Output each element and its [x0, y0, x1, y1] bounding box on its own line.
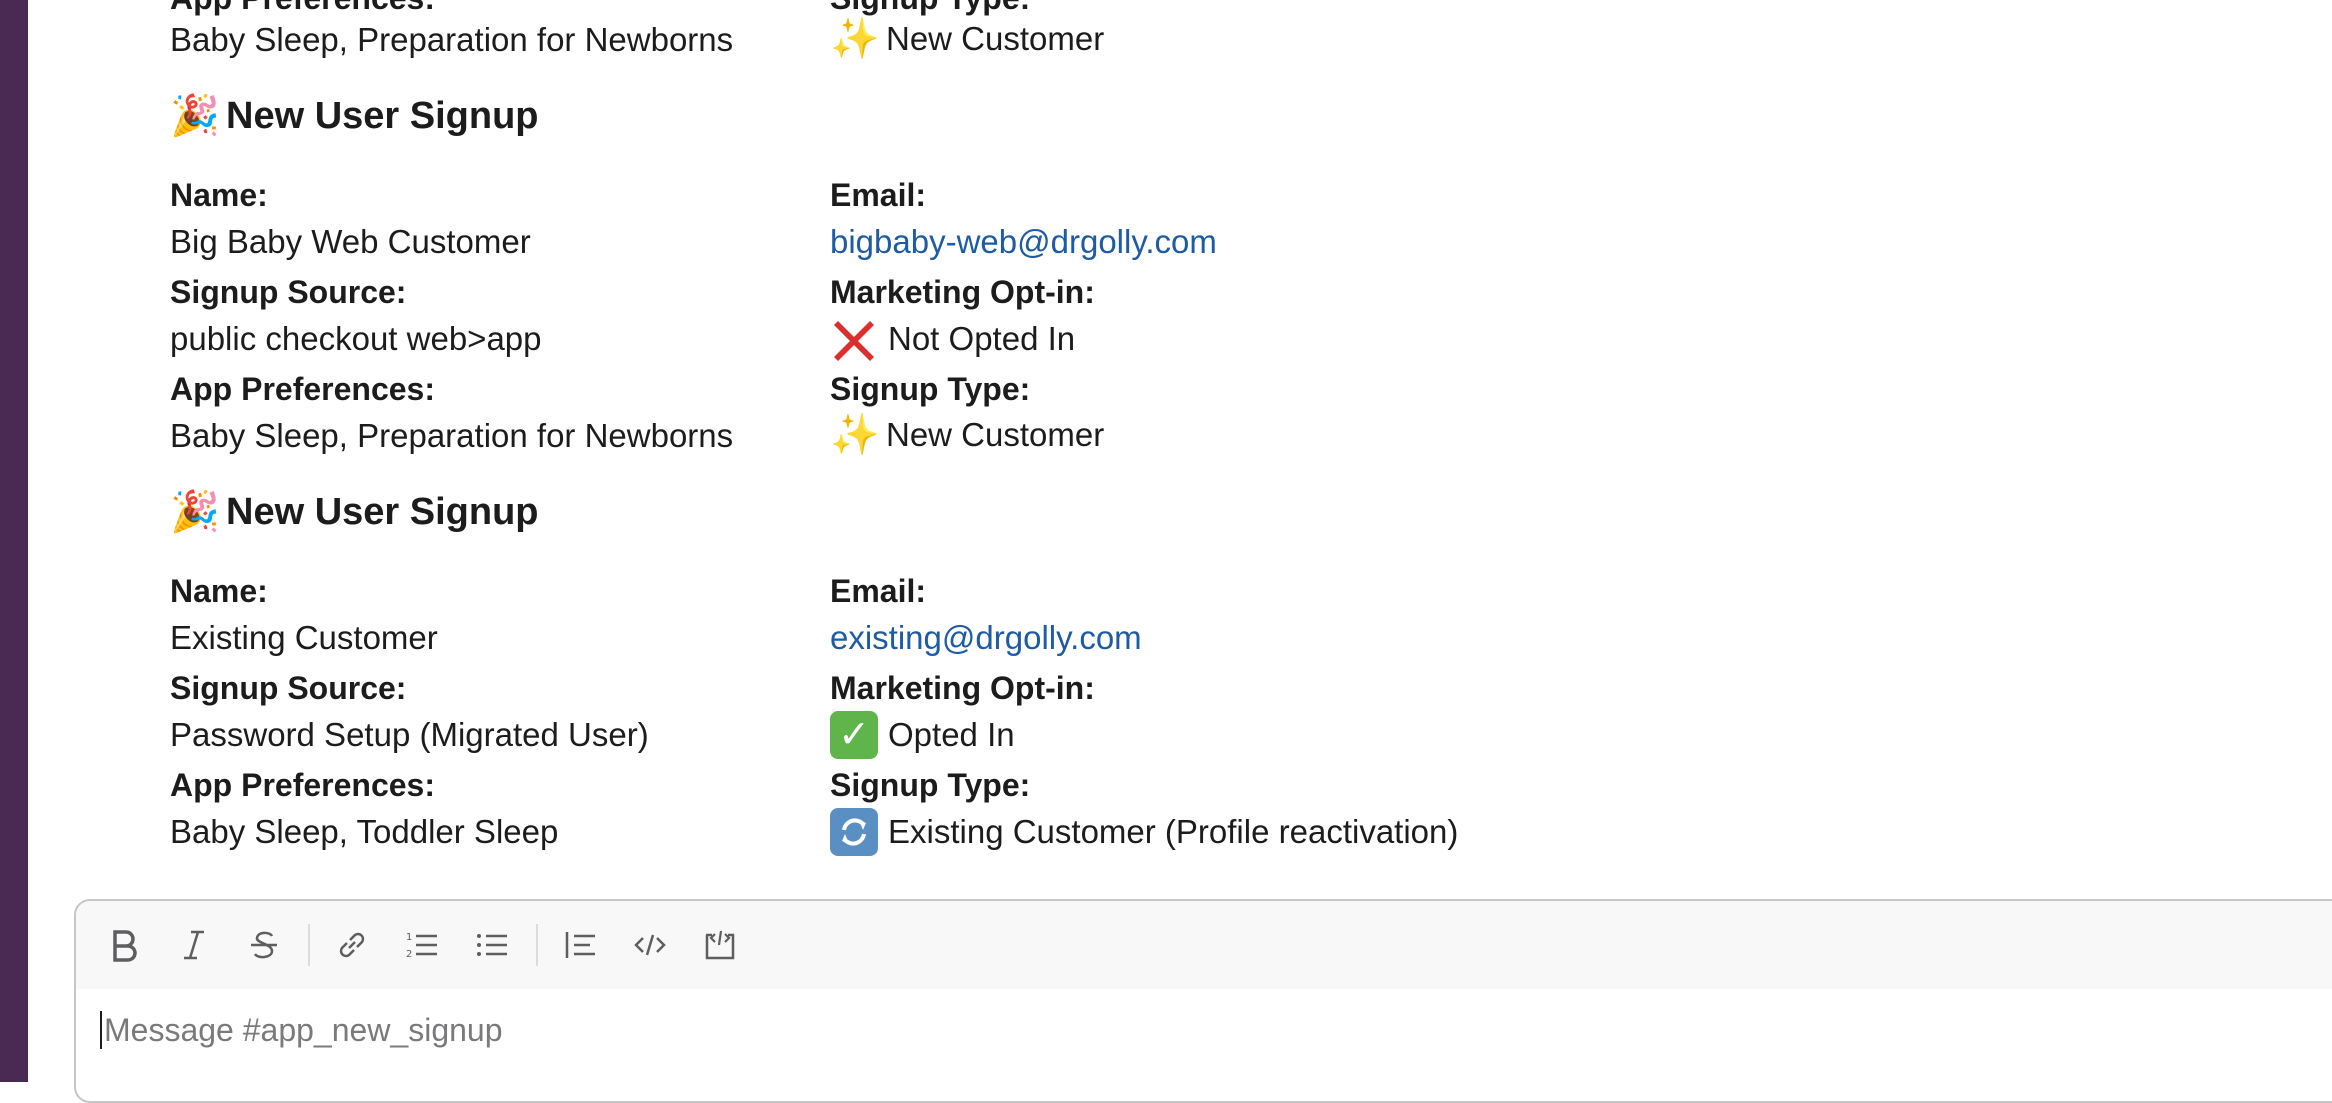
message-input[interactable]: Message #app_new_signup	[100, 1011, 503, 1049]
prefs-value: Baby Sleep, Preparation for Newborns	[170, 417, 734, 454]
signup-type-text: Existing Customer (Profile reactivation)	[888, 813, 1459, 850]
signup-source-label: Signup Source:	[170, 670, 407, 706]
code-icon[interactable]	[622, 917, 678, 973]
signup-type-label: Signup Type:	[830, 767, 1031, 803]
toolbar-divider	[536, 924, 538, 966]
signup-type-value: Existing Customer (Profile reactivation)	[830, 808, 1458, 856]
strikethrough-icon[interactable]	[236, 917, 292, 973]
signup-source-value: public checkout web>app	[170, 320, 542, 357]
blockquote-icon[interactable]	[552, 917, 608, 973]
marketing-optin-text: Not Opted In	[888, 320, 1076, 357]
workspace-sidebar-edge	[0, 0, 28, 1082]
bold-icon[interactable]	[96, 917, 152, 973]
svg-text:2: 2	[406, 949, 412, 960]
text-caret	[100, 1011, 102, 1049]
link-icon[interactable]	[324, 917, 380, 973]
signup-heading-text: New User Signup	[226, 95, 539, 137]
name-label: Name:	[170, 177, 268, 213]
name-value: Existing Customer	[170, 619, 438, 656]
email-link[interactable]: existing@drgolly.com	[830, 618, 1142, 658]
cross-mark-icon	[830, 315, 878, 363]
signup-type-label: Signup Type:	[830, 371, 1031, 407]
signup-heading: 🎉 New User Signup	[170, 489, 539, 535]
party-popper-icon: 🎉	[170, 94, 220, 138]
prefs-value: Baby Sleep, Toddler Sleep	[170, 813, 559, 850]
name-value: Big Baby Web Customer	[170, 223, 531, 260]
signup-heading-text: New User Signup	[226, 491, 539, 533]
signup-source-label: Signup Source:	[170, 274, 407, 310]
signup-heading: 🎉 New User Signup	[170, 93, 539, 139]
message-input-placeholder: Message #app_new_signup	[104, 1011, 503, 1048]
sparkles-icon: ✨	[830, 17, 880, 61]
refresh-arrows-icon	[830, 808, 878, 856]
party-popper-icon: 🎉	[170, 490, 220, 534]
name-label: Name:	[170, 573, 268, 609]
sparkles-icon: ✨	[830, 413, 880, 457]
marketing-optin-label: Marketing Opt-in:	[830, 274, 1095, 310]
numbered-list-icon[interactable]: 12	[394, 917, 450, 973]
marketing-optin-label: Marketing Opt-in:	[830, 670, 1095, 706]
signup-type-value: ✨ New Customer	[830, 16, 1104, 62]
prefs-value: Baby Sleep, Preparation for Newborns	[170, 21, 734, 58]
prefs-label: App Preferences:	[170, 371, 435, 407]
marketing-optin-text: Opted In	[888, 716, 1015, 753]
marketing-optin-value: ✓ Opted In	[830, 711, 1015, 759]
prefs-label: App Preferences:	[170, 0, 435, 18]
formatting-toolbar: 12	[76, 901, 2332, 989]
code-block-icon[interactable]	[692, 917, 748, 973]
signup-type-text: New Customer	[886, 20, 1105, 57]
email-link[interactable]: bigbaby-web@drgolly.com	[830, 222, 1217, 262]
prefs-label: App Preferences:	[170, 767, 435, 803]
check-mark-icon: ✓	[830, 711, 878, 759]
bulleted-list-icon[interactable]	[464, 917, 520, 973]
message-composer: 12 Message #app_new_signup	[74, 899, 2332, 1103]
toolbar-divider	[308, 924, 310, 966]
email-label: Email:	[830, 573, 927, 609]
signup-type-text: New Customer	[886, 416, 1105, 453]
signup-source-value: Password Setup (Migrated User)	[170, 716, 649, 753]
italic-icon[interactable]	[166, 917, 222, 973]
email-label: Email:	[830, 177, 927, 213]
marketing-optin-value: Not Opted In	[830, 315, 1075, 363]
svg-text:1: 1	[406, 932, 412, 943]
signup-type-value: ✨ New Customer	[830, 412, 1104, 458]
